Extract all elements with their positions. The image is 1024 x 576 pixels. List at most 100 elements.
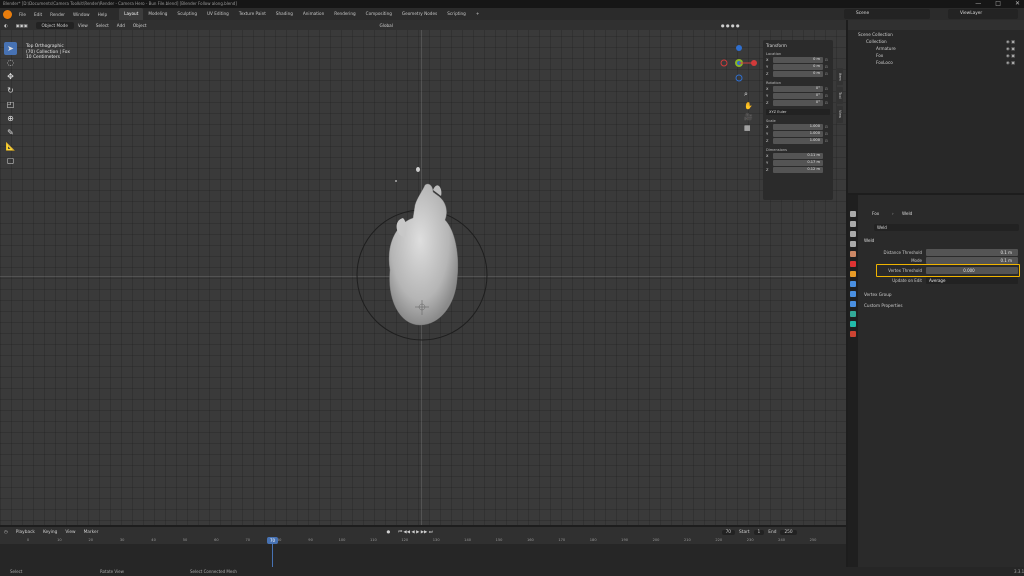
- dimensions-x-field[interactable]: 0.11 m: [773, 153, 823, 159]
- visibility-eye-icon[interactable]: ◉ ▣: [1006, 53, 1015, 59]
- rotation-x-field[interactable]: 0°: [773, 86, 823, 92]
- workspace-tab-compositing[interactable]: Compositing: [361, 8, 397, 20]
- lock-icon[interactable]: ⊡: [823, 125, 830, 129]
- transform-tool-icon[interactable]: ⊕: [4, 112, 17, 125]
- scale-tool-icon[interactable]: ◰: [4, 98, 17, 111]
- physics-tab-icon[interactable]: [850, 301, 856, 307]
- select-tool-icon[interactable]: ➤: [4, 42, 17, 55]
- record-button[interactable]: ●: [382, 530, 394, 535]
- view-layer-tab-icon[interactable]: [850, 241, 856, 247]
- outliner-item-collection[interactable]: Collection: [866, 39, 887, 45]
- outliner-item-fox[interactable]: Fox: [876, 53, 883, 59]
- pan-hand-icon[interactable]: ✋: [744, 102, 753, 110]
- outliner-scene-collection[interactable]: Scene Collection: [858, 32, 893, 38]
- ortho-toggle-icon[interactable]: ▦: [744, 124, 753, 132]
- menu-edit[interactable]: Edit: [30, 12, 46, 17]
- menu-select[interactable]: Select: [92, 23, 113, 28]
- editor-type-icon[interactable]: ◐: [0, 23, 12, 28]
- weld-panel-header[interactable]: Weld: [864, 238, 874, 243]
- minimize-button[interactable]: —: [975, 0, 981, 8]
- data-tab-icon[interactable]: [850, 321, 856, 327]
- view-layer-selector[interactable]: ViewLayer: [948, 9, 1018, 19]
- menu-view[interactable]: View: [74, 23, 92, 28]
- workspace-tab-uv-editing[interactable]: UV Editing: [202, 8, 234, 20]
- modifier-tab-icon[interactable]: [850, 281, 856, 287]
- playhead-frame[interactable]: 70: [267, 537, 278, 544]
- scene-tab-icon[interactable]: [850, 251, 856, 257]
- lock-icon[interactable]: ⊡: [823, 65, 830, 69]
- menu-marker[interactable]: Marker: [80, 530, 103, 535]
- vertex-group-subpanel[interactable]: Vertex Group: [864, 292, 892, 297]
- distance-field[interactable]: 0.1 m: [926, 249, 1018, 256]
- menu-keying[interactable]: Keying: [39, 530, 61, 535]
- tab-view[interactable]: View: [836, 106, 843, 123]
- start-frame-field[interactable]: 1: [753, 529, 765, 535]
- menu-playback[interactable]: Playback: [12, 530, 39, 535]
- menu-add[interactable]: Add: [113, 23, 129, 28]
- visibility-eye-icon[interactable]: ◉ ▣: [1006, 60, 1015, 66]
- visibility-eye-icon[interactable]: ◉ ▣: [1006, 39, 1015, 45]
- dimensions-y-field[interactable]: 0.17 m: [773, 160, 823, 166]
- location-y-field[interactable]: 0 m: [773, 64, 823, 70]
- lock-icon[interactable]: ⊡: [823, 139, 830, 143]
- lock-icon[interactable]: ⊡: [823, 101, 830, 105]
- transform-orientation-dropdown[interactable]: Global: [376, 23, 397, 28]
- update-on-edit-dropdown[interactable]: Average: [926, 277, 1018, 284]
- zoom-icon[interactable]: ⌕: [744, 90, 753, 99]
- workspace-tab-rendering[interactable]: Rendering: [329, 8, 360, 20]
- maximize-button[interactable]: □: [995, 0, 1001, 8]
- fox-mesh[interactable]: [345, 160, 505, 350]
- material-tab-icon[interactable]: [850, 331, 856, 337]
- workspace-tab-layout[interactable]: Layout: [119, 8, 144, 20]
- object-tab-icon[interactable]: [850, 271, 856, 277]
- light-object-icon[interactable]: [416, 167, 420, 172]
- playback-controls[interactable]: ⏮ ◀◀ ◀ ▶ ▶▶ ⏭: [394, 530, 436, 535]
- tool-tab-icon[interactable]: [850, 211, 856, 217]
- navigation-gizmo[interactable]: [718, 42, 760, 84]
- rotation-z-field[interactable]: 0°: [773, 100, 823, 106]
- workspace-tab-scripting[interactable]: Scripting: [442, 8, 471, 20]
- rotation-y-field[interactable]: 0°: [773, 93, 823, 99]
- annotate-tool-icon[interactable]: ✎: [4, 126, 17, 139]
- scale-x-field[interactable]: 1.000: [773, 124, 823, 130]
- custom-properties-subpanel[interactable]: Custom Properties: [864, 303, 903, 308]
- workspace-tab-shading[interactable]: Shading: [271, 8, 298, 20]
- workspace-tab-sculpting[interactable]: Sculpting: [172, 8, 202, 20]
- lock-icon[interactable]: ⊡: [823, 94, 830, 98]
- tab-tool[interactable]: Tool: [836, 87, 843, 104]
- transform-section-header[interactable]: Transform: [766, 43, 830, 48]
- lock-icon[interactable]: ⊡: [823, 72, 830, 76]
- workspace-tab-texture-paint[interactable]: Texture Paint: [234, 8, 271, 20]
- select-mode-icons[interactable]: ▣▣▣: [12, 23, 32, 28]
- menu-window[interactable]: Window: [69, 12, 94, 17]
- render-tab-icon[interactable]: [850, 221, 856, 227]
- scale-y-field[interactable]: 1.000: [773, 131, 823, 137]
- menu-file[interactable]: File: [15, 12, 30, 17]
- close-button[interactable]: ✕: [1015, 0, 1020, 8]
- current-frame-field[interactable]: 70: [721, 529, 736, 535]
- measure-tool-icon[interactable]: 📐: [4, 140, 17, 153]
- move-tool-icon[interactable]: ✥: [4, 70, 17, 83]
- constraints-tab-icon[interactable]: [850, 311, 856, 317]
- particles-tab-icon[interactable]: [850, 291, 856, 297]
- camera-view-icon[interactable]: 🎥: [744, 113, 753, 121]
- outliner-item-foxloco[interactable]: FoxLoco: [876, 60, 893, 66]
- add-workspace-button[interactable]: +: [471, 8, 485, 20]
- rotate-tool-icon[interactable]: ↻: [4, 84, 17, 97]
- object-mode-dropdown[interactable]: Object Mode: [35, 21, 74, 29]
- lock-icon[interactable]: ⊡: [823, 132, 830, 136]
- modifier-name-field[interactable]: Weld: [874, 224, 1019, 231]
- menu-timeline-view[interactable]: View: [61, 530, 79, 535]
- workspace-tab-modeling[interactable]: Modeling: [143, 8, 172, 20]
- mode-field[interactable]: 0.1 m: [926, 257, 1018, 264]
- blender-logo-icon[interactable]: [3, 9, 12, 19]
- dimensions-z-field[interactable]: 0.12 m: [773, 167, 823, 173]
- menu-object[interactable]: Object: [129, 23, 151, 28]
- menu-render[interactable]: Render: [46, 12, 69, 17]
- shading-mode-icons[interactable]: ● ● ● ●: [717, 23, 744, 28]
- menu-help[interactable]: Help: [94, 12, 112, 17]
- scene-selector[interactable]: Scene: [844, 9, 930, 19]
- outliner-item-armature[interactable]: Armature: [876, 46, 896, 52]
- location-x-field[interactable]: 0 m: [773, 57, 823, 63]
- location-z-field[interactable]: 0 m: [773, 71, 823, 77]
